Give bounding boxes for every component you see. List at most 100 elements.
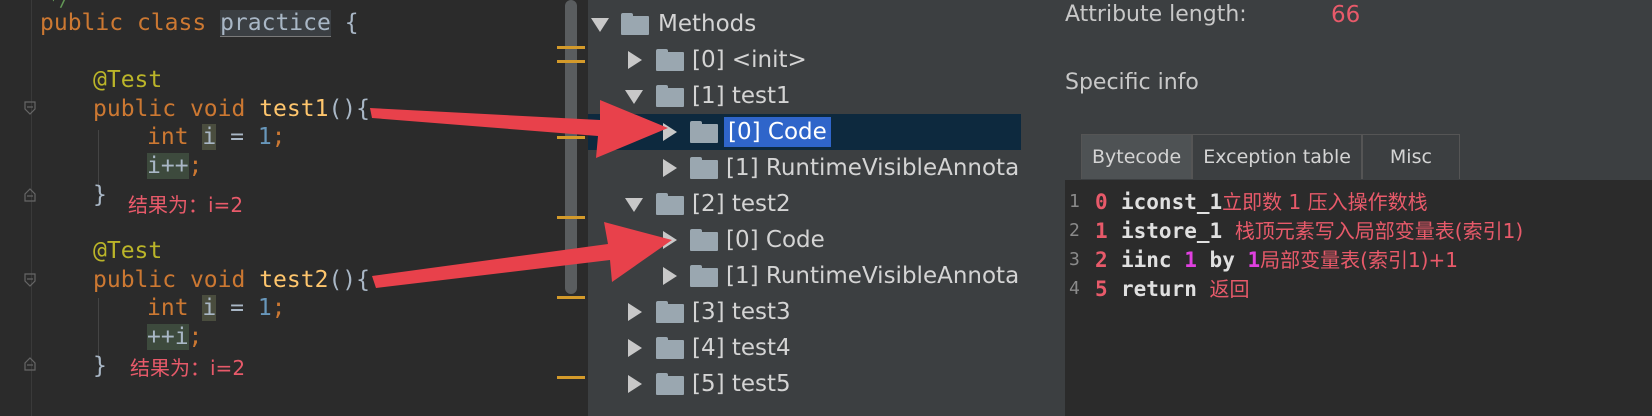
opcode: return: [1121, 277, 1197, 301]
annotation-note: 立即数 1 压入操作数栈: [1222, 190, 1428, 214]
class-declaration[interactable]: public class practice {: [40, 8, 359, 38]
fold-marker-icon[interactable]: [24, 357, 36, 371]
bytecode-instruction: iinc 1 by 1局部变量表(索引1)+1: [1121, 245, 1458, 275]
expand-arrow-icon[interactable]: [663, 159, 677, 177]
test1-close[interactable]: }: [93, 180, 107, 210]
tree-row-test2[interactable]: [2] test2: [588, 186, 1021, 222]
variable: i: [202, 124, 217, 150]
keyword: public: [93, 267, 177, 293]
folder-icon: [656, 85, 684, 107]
expand-arrow-icon[interactable]: [663, 231, 677, 249]
fold-marker-icon[interactable]: [24, 101, 36, 115]
brace: }: [93, 353, 107, 379]
annotation-text: @Test: [93, 238, 163, 264]
test2-signature[interactable]: public void test2(){: [93, 265, 370, 295]
code-editor[interactable]: */ public class practice { @Test public …: [0, 0, 588, 416]
folder-icon: [656, 337, 684, 359]
number-literal: 1: [257, 124, 272, 150]
tree-row-init[interactable]: [0] <init>: [588, 42, 1021, 78]
tree-row-label: [0] Code: [724, 117, 831, 147]
collapse-arrow-icon[interactable]: [591, 18, 609, 32]
line-number: 3: [1069, 249, 1080, 270]
keyword: class: [136, 10, 207, 36]
tree-row-test2-annotations[interactable]: [1] RuntimeVisibleAnnota: [588, 258, 1021, 294]
scroll-marker[interactable]: [557, 46, 585, 49]
bytecode-offset: 5: [1095, 277, 1108, 301]
scroll-marker[interactable]: [557, 376, 585, 379]
test2-close[interactable]: }: [93, 351, 107, 381]
bytecode-offset: 2: [1095, 248, 1108, 272]
tree-row-label: [0] Code: [726, 227, 825, 253]
keyword: public: [93, 96, 177, 122]
tree-row-test1[interactable]: [1] test1: [588, 78, 1021, 114]
tree-row-methods[interactable]: Methods: [588, 6, 1021, 42]
brace: {: [344, 10, 359, 36]
tree-row-test5[interactable]: [5] test5: [588, 366, 1021, 402]
tree-row-test1-annotations[interactable]: [1] RuntimeVisibleAnnota: [588, 150, 1021, 186]
folder-icon: [690, 229, 718, 251]
test2-annotation[interactable]: @Test: [93, 236, 162, 266]
test1-result-note: 结果为：i=2: [128, 193, 244, 217]
number-literal: 1: [257, 295, 272, 321]
scroll-marker[interactable]: [557, 136, 585, 139]
opcode: iinc: [1121, 248, 1172, 272]
line-number: 2: [1069, 220, 1080, 241]
fold-marker-icon[interactable]: [24, 273, 36, 287]
tree-row-test4[interactable]: [4] test4: [588, 330, 1021, 366]
specific-info-heading: Specific info: [1065, 70, 1199, 95]
expand-arrow-icon[interactable]: [628, 375, 642, 393]
scroll-marker[interactable]: [557, 216, 585, 219]
bytecode-view[interactable]: 1 0 iconst_1立即数 1 压入操作数栈 2 1 istore_1 栈顶…: [1065, 180, 1652, 416]
expand-arrow-icon[interactable]: [663, 123, 677, 141]
test2-declare[interactable]: int i = 1;: [147, 293, 286, 323]
tab-misc[interactable]: Misc: [1361, 134, 1460, 179]
variable: i: [202, 295, 217, 321]
scroll-marker[interactable]: [557, 60, 585, 63]
test1-increment[interactable]: i++;: [147, 151, 202, 181]
line-number: 4: [1069, 278, 1080, 299]
tree-row-label: [2] test2: [692, 191, 791, 217]
expand-arrow-icon[interactable]: [663, 267, 677, 285]
tree-row-label: [4] test4: [692, 335, 791, 361]
operator: =: [216, 124, 258, 150]
editor-scrollbar[interactable]: [565, 0, 577, 294]
expand-arrow-icon[interactable]: [628, 51, 642, 69]
tree-row-label: Methods: [658, 11, 757, 37]
increment-expr: ++i: [147, 324, 189, 350]
tree-row-label: [5] test5: [692, 371, 791, 397]
expand-arrow-icon[interactable]: [628, 303, 642, 321]
semicolon: ;: [188, 153, 203, 179]
expand-arrow-icon[interactable]: [628, 339, 642, 357]
line-number: 1: [1069, 191, 1080, 212]
tree-row-label: [1] RuntimeVisibleAnnota: [726, 263, 1020, 289]
bytecode-instruction: istore_1 栈顶元素写入局部变量表(索引1): [1121, 216, 1523, 246]
tree-row-test2-code[interactable]: [0] Code: [588, 222, 1021, 258]
opcode: iconst_1: [1121, 190, 1223, 214]
test1-declare[interactable]: int i = 1;: [147, 122, 286, 152]
semicolon: ;: [271, 124, 286, 150]
folder-icon: [656, 193, 684, 215]
test2-increment[interactable]: ++i;: [147, 322, 202, 352]
keyword: public: [40, 10, 124, 36]
test1-annotation[interactable]: @Test: [93, 65, 162, 95]
tree-row-label: [3] test3: [692, 299, 791, 325]
tab-bytecode[interactable]: Bytecode: [1081, 134, 1193, 179]
tree-row-label: [1] test1: [692, 83, 791, 109]
folder-icon: [690, 157, 718, 179]
tree-row-test3[interactable]: [3] test3: [588, 294, 1021, 330]
collapse-arrow-icon[interactable]: [625, 198, 643, 212]
fold-marker-icon[interactable]: [24, 188, 36, 202]
scroll-marker[interactable]: [557, 296, 585, 299]
operator: =: [216, 295, 258, 321]
method-name: test2: [259, 267, 329, 293]
collapse-arrow-icon[interactable]: [625, 90, 643, 104]
test1-signature[interactable]: public void test1(){: [93, 94, 370, 124]
annotation-text: @Test: [93, 67, 163, 93]
folder-icon: [621, 13, 649, 35]
tab-exception-table[interactable]: Exception table: [1192, 134, 1362, 179]
keyword: int: [147, 295, 189, 321]
class-structure-tree[interactable]: Methods [0] <init> [1] test1 [0] Code [1…: [588, 0, 1021, 416]
keyword: void: [189, 267, 246, 293]
bytecode-offset: 0: [1095, 190, 1108, 214]
tree-row-test1-code[interactable]: [0] Code: [588, 114, 1021, 150]
